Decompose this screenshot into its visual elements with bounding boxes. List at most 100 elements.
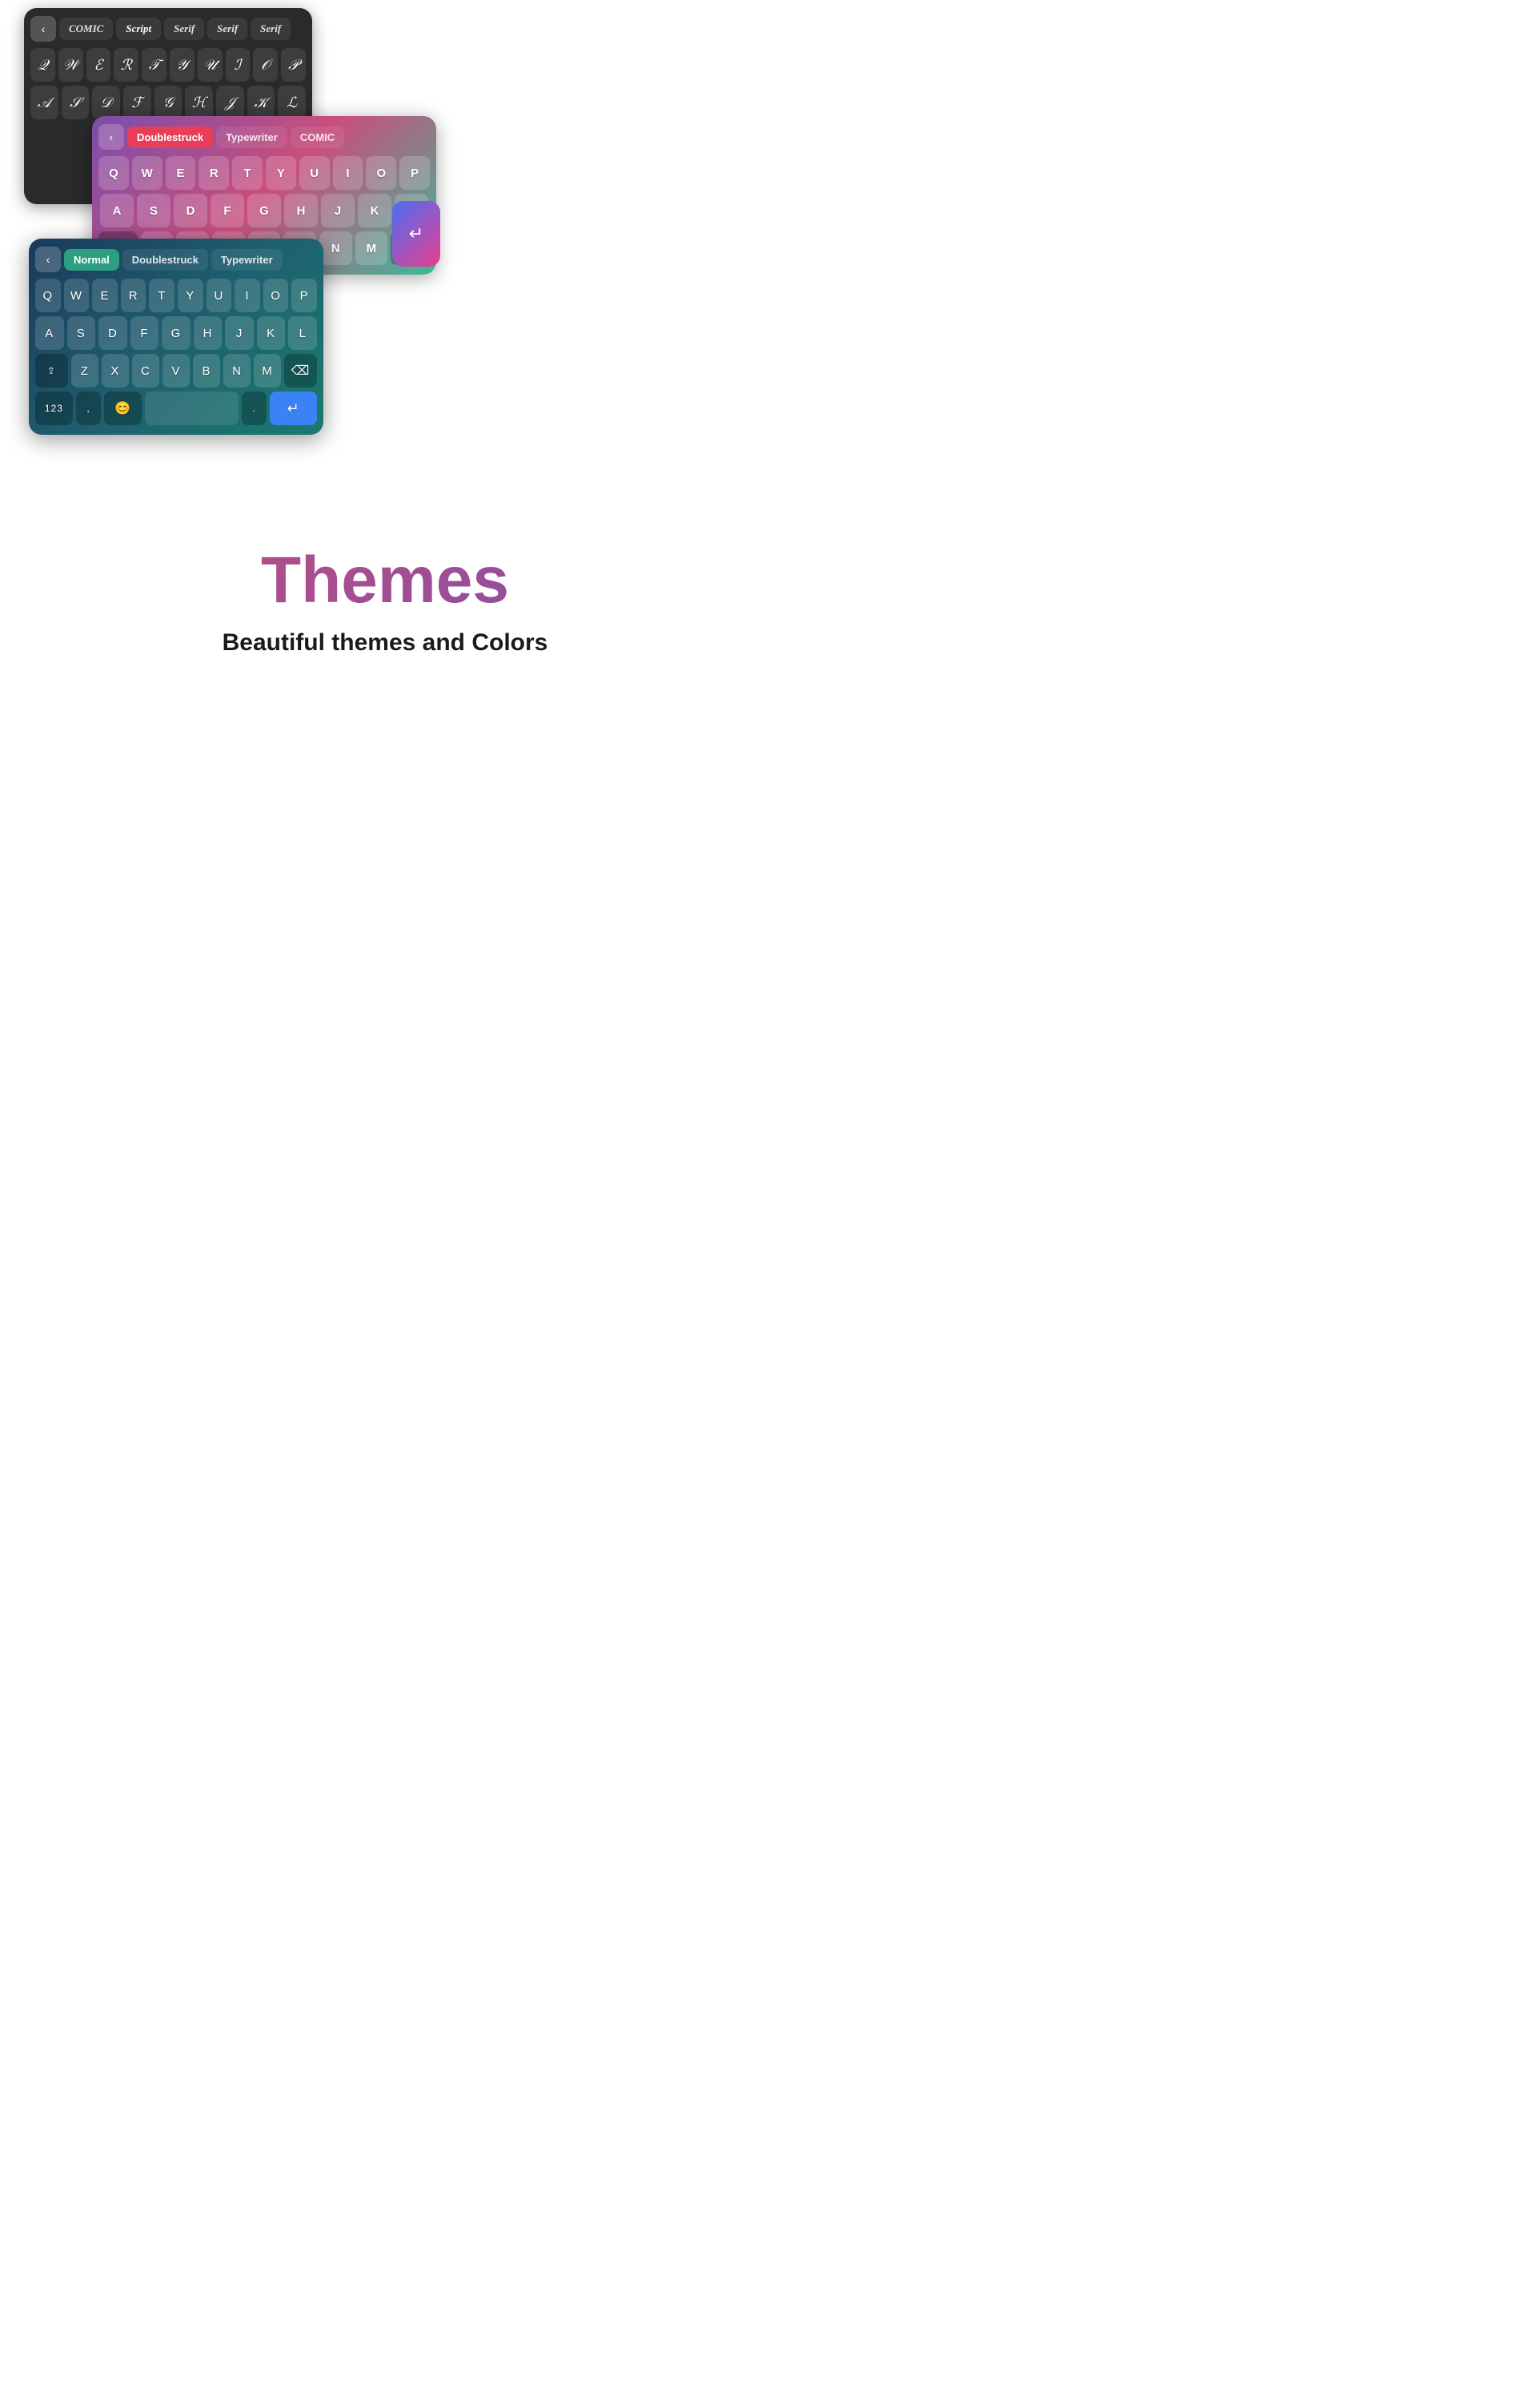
key-l-3[interactable]: L: [288, 316, 317, 350]
key-q-2[interactable]: Q: [98, 156, 129, 190]
key-space-3[interactable]: [145, 392, 239, 425]
key-m-3[interactable]: M: [254, 354, 281, 388]
tab-normal-3[interactable]: Normal: [64, 249, 119, 271]
key-l-1[interactable]: ℒ: [278, 86, 306, 119]
tab-script-1[interactable]: Script: [116, 18, 161, 40]
key-f-1[interactable]: ℱ: [123, 86, 151, 119]
key-d-2[interactable]: D: [174, 194, 207, 227]
key-u-3[interactable]: U: [207, 279, 232, 312]
keyboard-normal: ‹ Normal Doublestruck Typewriter Q W E R…: [29, 239, 323, 435]
tab-serif-1[interactable]: Serif: [164, 18, 204, 40]
key-h-2[interactable]: H: [284, 194, 318, 227]
key-p-2[interactable]: P: [399, 156, 430, 190]
tab-serif-2[interactable]: Serif: [207, 18, 247, 40]
key-w-3[interactable]: W: [64, 279, 90, 312]
tab-doublestruck-2[interactable]: Doublestruck: [127, 127, 213, 148]
key-i-2[interactable]: I: [333, 156, 363, 190]
key-z-3[interactable]: Z: [71, 354, 98, 388]
themes-title: Themes: [16, 544, 754, 617]
key-a-3[interactable]: A: [35, 316, 64, 350]
key-k-1[interactable]: 𝒦: [247, 86, 275, 119]
key-row-3-1: Q W E R T Y U I O P: [35, 279, 317, 312]
back-button-2[interactable]: ‹: [98, 124, 124, 150]
key-h-3[interactable]: H: [194, 316, 223, 350]
key-d-3[interactable]: D: [98, 316, 127, 350]
key-q-1[interactable]: 𝒬: [30, 48, 55, 82]
key-num-3[interactable]: 123: [35, 392, 73, 425]
key-n-2[interactable]: N: [319, 231, 352, 265]
key-u-2[interactable]: U: [299, 156, 330, 190]
key-t-2[interactable]: T: [232, 156, 263, 190]
tab-doublestruck-3[interactable]: Doublestruck: [122, 249, 208, 271]
key-o-1[interactable]: 𝒪: [253, 48, 278, 82]
key-q-3[interactable]: Q: [35, 279, 61, 312]
key-r-2[interactable]: R: [199, 156, 229, 190]
key-t-3[interactable]: T: [149, 279, 174, 312]
key-r-3[interactable]: R: [121, 279, 146, 312]
key-p-1[interactable]: 𝒫: [281, 48, 306, 82]
key-x-3[interactable]: X: [102, 354, 129, 388]
key-s-1[interactable]: 𝒮: [62, 86, 90, 119]
key-p-3[interactable]: P: [291, 279, 317, 312]
key-row-3-4: 123 , 😊 . ↵: [35, 392, 317, 425]
key-e-2[interactable]: E: [166, 156, 196, 190]
key-g-3[interactable]: G: [162, 316, 190, 350]
key-rows-3: Q W E R T Y U I O P A S D F G H: [35, 279, 317, 425]
key-enter-3[interactable]: ↵: [270, 392, 317, 425]
key-k-3[interactable]: K: [257, 316, 286, 350]
key-h-1[interactable]: ℋ: [185, 86, 213, 119]
key-m-2[interactable]: M: [355, 231, 388, 265]
key-y-3[interactable]: Y: [178, 279, 203, 312]
tab-typewriter-3[interactable]: Typewriter: [211, 249, 283, 271]
back-button-1[interactable]: ‹: [30, 16, 56, 42]
key-j-3[interactable]: J: [225, 316, 254, 350]
tab-comic-1[interactable]: COMIC: [59, 18, 113, 40]
key-row-3-2: A S D F G H J K L: [35, 316, 317, 350]
back-button-3[interactable]: ‹: [35, 247, 61, 272]
key-row-2-1: Q W E R T Y U I O P: [98, 156, 430, 190]
themes-subtitle: Beautiful themes and Colors: [16, 629, 754, 657]
key-a-1[interactable]: 𝒜: [30, 86, 58, 119]
key-w-1[interactable]: 𝒲: [58, 48, 83, 82]
key-j-2[interactable]: J: [321, 194, 355, 227]
key-comma-3[interactable]: ,: [76, 392, 101, 425]
key-k-2[interactable]: K: [358, 194, 391, 227]
key-t-1[interactable]: 𝒯: [142, 48, 166, 82]
tab-typewriter-2[interactable]: Typewriter: [216, 127, 287, 148]
key-v-3[interactable]: V: [162, 354, 190, 388]
key-i-1[interactable]: ℐ: [226, 48, 251, 82]
key-y-2[interactable]: Y: [266, 156, 296, 190]
key-shift-3[interactable]: ⇧: [35, 354, 68, 388]
key-d-1[interactable]: 𝒟: [92, 86, 120, 119]
key-e-1[interactable]: ℰ: [86, 48, 111, 82]
key-w-2[interactable]: W: [132, 156, 162, 190]
enter-button-2[interactable]: ↵: [392, 201, 440, 267]
key-r-1[interactable]: ℛ: [114, 48, 138, 82]
key-s-3[interactable]: S: [67, 316, 96, 350]
key-delete-3[interactable]: ⌫: [284, 354, 317, 388]
key-j-1[interactable]: 𝒥: [216, 86, 244, 119]
key-u-1[interactable]: 𝒰: [198, 48, 223, 82]
key-b-3[interactable]: B: [193, 354, 220, 388]
key-emoji-3[interactable]: 😊: [104, 392, 142, 425]
key-n-3[interactable]: N: [223, 354, 251, 388]
key-o-3[interactable]: O: [263, 279, 289, 312]
key-s-2[interactable]: S: [137, 194, 170, 227]
key-e-3[interactable]: E: [92, 279, 118, 312]
key-f-3[interactable]: F: [130, 316, 159, 350]
key-c-3[interactable]: C: [132, 354, 159, 388]
key-period-3[interactable]: .: [242, 392, 267, 425]
key-g-1[interactable]: 𝒢: [154, 86, 182, 119]
key-f-2[interactable]: F: [211, 194, 244, 227]
tab-serif-3[interactable]: Serif: [251, 18, 291, 40]
key-row-1-2: 𝒜 𝒮 𝒟 ℱ 𝒢 ℋ 𝒥 𝒦 ℒ: [30, 86, 306, 119]
key-i-3[interactable]: I: [235, 279, 260, 312]
tab-comic-2[interactable]: COMIC: [291, 127, 344, 148]
font-tab-bar-2: ‹ Doublestruck Typewriter COMIC: [98, 124, 430, 150]
key-g-2[interactable]: G: [247, 194, 281, 227]
key-y-1[interactable]: 𝒴: [170, 48, 195, 82]
font-tab-bar-1: ‹ COMIC Script Serif Serif Serif: [30, 16, 306, 42]
key-o-2[interactable]: O: [366, 156, 396, 190]
key-a-2[interactable]: A: [100, 194, 134, 227]
key-row-1-1: 𝒬 𝒲 ℰ ℛ 𝒯 𝒴 𝒰 ℐ 𝒪 𝒫: [30, 48, 306, 82]
